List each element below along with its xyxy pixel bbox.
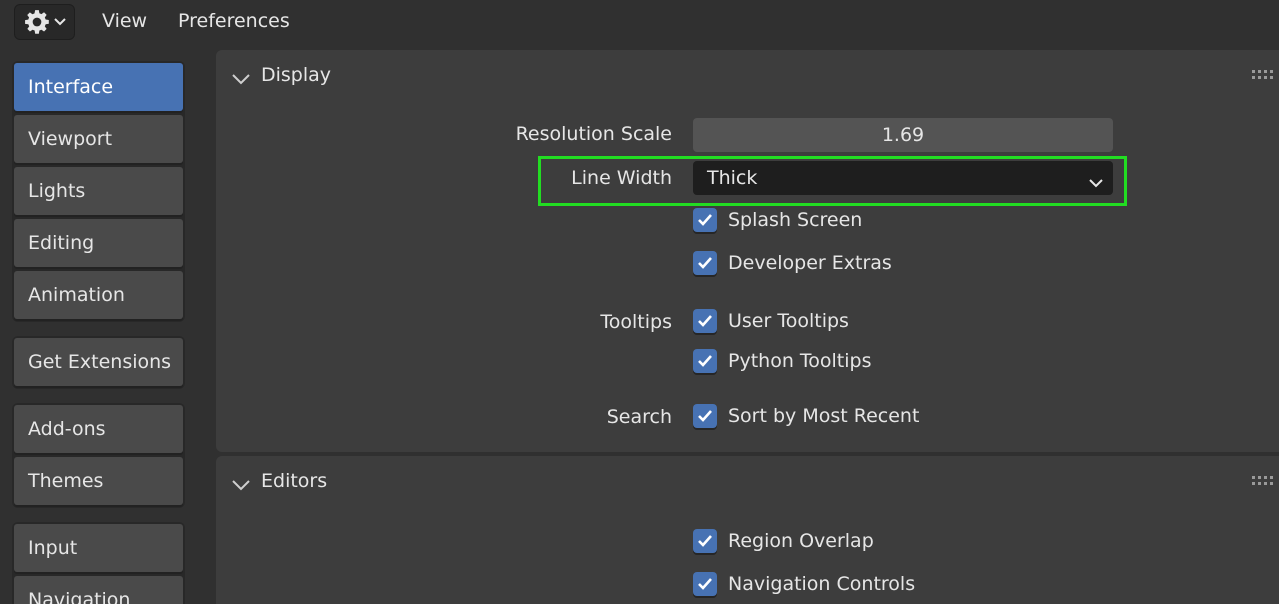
checkbox-checked-icon[interactable] <box>693 309 717 333</box>
menu-view[interactable]: View <box>102 10 147 32</box>
header-bar: View Preferences <box>0 0 1279 44</box>
sidebar-item-animation[interactable]: Animation <box>14 271 183 319</box>
chevron-down-icon <box>232 476 250 495</box>
sidebar-item-themes[interactable]: Themes <box>14 457 183 505</box>
search-label: Search <box>606 406 672 428</box>
sidebar-group-main: Interface Viewport Lights Editing Animat… <box>12 61 185 322</box>
sidebar-group-addons: Add-ons Themes <box>12 403 185 508</box>
line-width-label: Line Width <box>571 167 672 189</box>
sort-most-recent-label: Sort by Most Recent <box>728 405 920 427</box>
developer-extras-toggle[interactable]: Developer Extras <box>693 251 892 275</box>
resolution-scale-label: Resolution Scale <box>515 123 672 145</box>
region-overlap-toggle[interactable]: Region Overlap <box>693 529 874 553</box>
line-width-dropdown[interactable]: Thick <box>693 161 1113 195</box>
checkbox-checked-icon[interactable] <box>693 404 717 428</box>
gear-icon <box>24 9 50 35</box>
editors-panel-header[interactable]: Editors <box>216 456 1279 508</box>
sidebar-group-extensions: Get Extensions <box>12 336 185 389</box>
preferences-window: View Preferences Interface Viewport Ligh… <box>0 0 1279 604</box>
checkbox-checked-icon[interactable] <box>693 349 717 373</box>
sort-most-recent-toggle[interactable]: Sort by Most Recent <box>693 404 919 428</box>
display-panel: Display Resolution Scale 1.69 Line Width… <box>216 50 1279 452</box>
display-panel-header[interactable]: Display <box>216 50 1279 102</box>
sidebar-item-viewport[interactable]: Viewport <box>14 115 183 163</box>
drag-grip-icon[interactable] <box>1252 67 1274 86</box>
chevron-down-icon <box>1089 171 1103 193</box>
panel-title: Display <box>261 64 332 86</box>
chevron-down-icon <box>232 70 250 89</box>
chevron-down-icon <box>53 18 66 26</box>
python-tooltips-label: Python Tooltips <box>728 350 872 372</box>
navigation-controls-label: Navigation Controls <box>728 573 916 595</box>
splash-screen-toggle[interactable]: Splash Screen <box>693 208 862 232</box>
python-tooltips-toggle[interactable]: Python Tooltips <box>693 349 872 373</box>
panel-title: Editors <box>261 470 328 492</box>
splash-screen-label: Splash Screen <box>728 209 863 231</box>
editor-type-button[interactable] <box>14 4 75 40</box>
sidebar-item-get-extensions[interactable]: Get Extensions <box>14 338 183 386</box>
menu-preferences[interactable]: Preferences <box>178 10 290 32</box>
checkbox-checked-icon[interactable] <box>693 572 717 596</box>
sidebar-item-editing[interactable]: Editing <box>14 219 183 267</box>
developer-extras-label: Developer Extras <box>728 252 892 274</box>
user-tooltips-label: User Tooltips <box>728 310 849 332</box>
tooltips-label: Tooltips <box>600 311 672 333</box>
checkbox-checked-icon[interactable] <box>693 208 717 232</box>
checkbox-checked-icon[interactable] <box>693 251 717 275</box>
drag-grip-icon[interactable] <box>1252 473 1274 492</box>
sidebar-group-input: Input Navigation <box>12 522 185 604</box>
region-overlap-label: Region Overlap <box>728 530 874 552</box>
sidebar-item-interface[interactable]: Interface <box>14 63 183 111</box>
user-tooltips-toggle[interactable]: User Tooltips <box>693 309 849 333</box>
navigation-controls-toggle[interactable]: Navigation Controls <box>693 572 915 596</box>
sidebar-item-input[interactable]: Input <box>14 524 183 572</box>
editors-panel: Editors Region Overlap Navigation Contro… <box>216 456 1279 604</box>
checkbox-checked-icon[interactable] <box>693 529 717 553</box>
sidebar-item-add-ons[interactable]: Add-ons <box>14 405 183 453</box>
resolution-scale-field[interactable]: 1.69 <box>693 118 1113 152</box>
sidebar-item-lights[interactable]: Lights <box>14 167 183 215</box>
sidebar-item-navigation[interactable]: Navigation <box>14 576 183 604</box>
line-width-value: Thick <box>707 167 758 189</box>
